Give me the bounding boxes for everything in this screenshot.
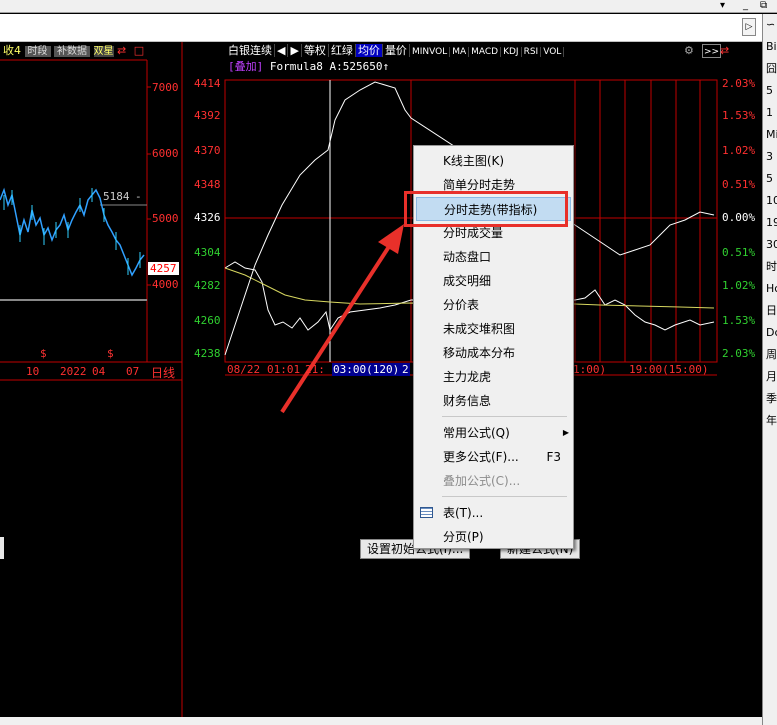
menu-separator bbox=[442, 496, 567, 497]
pct-tick: 1.02% bbox=[722, 279, 756, 292]
submenu-arrow-icon: ▶ bbox=[562, 428, 569, 437]
status-strip bbox=[0, 717, 762, 725]
highlight-box bbox=[404, 191, 568, 227]
side-item[interactable]: Hc bbox=[763, 278, 777, 300]
pct-tick: 1.02% bbox=[722, 144, 756, 157]
menu-item-table[interactable]: 表(T)... bbox=[414, 501, 573, 525]
menu-item-main-force[interactable]: 主力龙虎 bbox=[414, 365, 573, 389]
side-item[interactable]: 10 bbox=[763, 190, 777, 212]
red-arrow-annotation bbox=[280, 243, 392, 414]
side-item[interactable]: 3 bbox=[763, 146, 777, 168]
left-y-tick: 5000 bbox=[152, 212, 179, 225]
price-tick: 4326 bbox=[194, 211, 221, 224]
time-tick: 21: bbox=[305, 363, 325, 376]
dividend-marker: $ bbox=[40, 347, 47, 360]
pct-tick: 1.53% bbox=[722, 314, 756, 327]
menu-item-label: 表(T)... bbox=[443, 506, 484, 520]
price-tick: 4304 bbox=[194, 246, 221, 259]
menu-item-financial-info[interactable]: 财务信息 bbox=[414, 389, 573, 413]
menu-item-kline[interactable]: K线主图(K) bbox=[414, 149, 573, 173]
price-tick: 4370 bbox=[194, 144, 221, 157]
side-item[interactable]: 时 bbox=[763, 256, 777, 278]
side-item[interactable]: 周 bbox=[763, 344, 777, 366]
side-item[interactable]: Dc bbox=[763, 322, 777, 344]
peak-note: 5184 bbox=[103, 190, 130, 203]
right-side-panel: ∽ Bi 囧 5 1 Mi 3 5 10 19 30 时 Hc 日 Dc 周 月… bbox=[762, 14, 777, 725]
menu-separator bbox=[442, 416, 567, 417]
menu-item-trade-details[interactable]: 成交明细 bbox=[414, 269, 573, 293]
side-item[interactable]: Mi bbox=[763, 124, 777, 146]
menu-item-dynamic-quote[interactable]: 动态盘口 bbox=[414, 245, 573, 269]
time-tick: 01:01 bbox=[267, 363, 301, 376]
time-tick: 1:00) bbox=[573, 363, 607, 376]
menu-item-price-table[interactable]: 分价表 bbox=[414, 293, 573, 317]
left-x-tick: 04 bbox=[92, 365, 106, 378]
side-item[interactable]: 月 bbox=[763, 366, 777, 388]
pct-tick: 2.03% bbox=[722, 347, 756, 360]
table-icon bbox=[420, 507, 433, 518]
price-tick: 4414 bbox=[194, 77, 221, 90]
side-item[interactable]: 19 bbox=[763, 212, 777, 234]
price-tick: 4260 bbox=[194, 314, 221, 327]
menu-shortcut: F3 bbox=[546, 450, 561, 464]
left-x-tick: 10 bbox=[26, 365, 40, 378]
side-item[interactable]: 季 bbox=[763, 388, 777, 410]
price-tick: 4282 bbox=[194, 279, 221, 292]
side-item[interactable]: 日 bbox=[763, 300, 777, 322]
side-item[interactable]: 年 bbox=[763, 410, 777, 432]
price-tick: 4238 bbox=[194, 347, 221, 360]
side-item[interactable]: ∽ bbox=[763, 14, 777, 36]
left-x-tick: 07 bbox=[126, 365, 140, 378]
menu-item-pagination[interactable]: 分页(P) bbox=[414, 525, 573, 549]
pct-tick: 0.51% bbox=[722, 246, 756, 259]
price-tag: 4257 bbox=[148, 262, 179, 275]
dividend-marker: $ bbox=[107, 347, 114, 360]
menu-item-unfilled-stack[interactable]: 未成交堆积图 bbox=[414, 317, 573, 341]
price-tick: 4348 bbox=[194, 178, 221, 191]
menu-item-label: 常用公式(Q) bbox=[443, 426, 510, 440]
side-item[interactable]: 5 bbox=[763, 80, 777, 102]
price-tick: 4392 bbox=[194, 109, 221, 122]
left-y-tick: 6000 bbox=[152, 147, 179, 160]
pct-tick: 2.03% bbox=[722, 77, 756, 90]
time-tick: 08/22 bbox=[227, 363, 261, 376]
pct-tick: 0.00% bbox=[722, 211, 756, 224]
side-item[interactable]: 5 bbox=[763, 168, 777, 190]
left-y-tick: 4000 bbox=[152, 278, 179, 291]
left-edge-button[interactable] bbox=[0, 537, 4, 559]
left-y-tick: 7000 bbox=[152, 81, 179, 94]
left-x-tick: 2022 bbox=[60, 365, 87, 378]
time-tick: 19:00(15:00) bbox=[629, 363, 709, 376]
pct-tick: 1.53% bbox=[722, 109, 756, 122]
period-label[interactable]: 日线 bbox=[151, 364, 175, 381]
peak-note-dash: - bbox=[135, 190, 142, 203]
menu-item-cost-distribution[interactable]: 移动成本分布 bbox=[414, 341, 573, 365]
side-item[interactable]: Bi bbox=[763, 36, 777, 58]
side-item[interactable]: 1 bbox=[763, 102, 777, 124]
menu-item-more-formula[interactable]: 更多公式(F)... F3 bbox=[414, 445, 573, 469]
time-tick: 2 bbox=[402, 363, 409, 376]
side-item[interactable]: 30 bbox=[763, 234, 777, 256]
menu-item-label: 更多公式(F)... bbox=[443, 450, 519, 464]
time-tick: 03:00(120) bbox=[333, 363, 400, 376]
pct-tick: 0.51% bbox=[722, 178, 756, 191]
menu-item-overlay-formula: 叠加公式(C)... bbox=[443, 474, 521, 488]
side-item[interactable]: 囧 bbox=[763, 58, 777, 80]
menu-item-common-formula[interactable]: 常用公式(Q) ▶ bbox=[414, 421, 573, 445]
